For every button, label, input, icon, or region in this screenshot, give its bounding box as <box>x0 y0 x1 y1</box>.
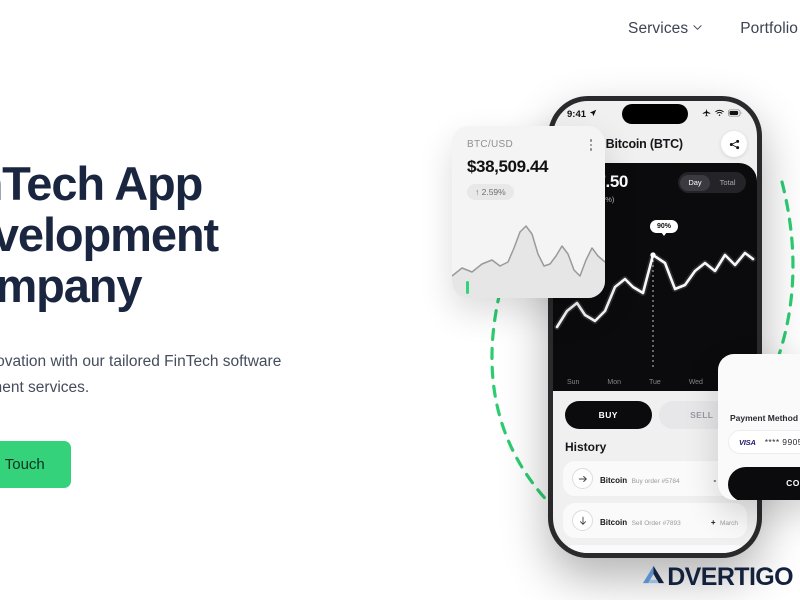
range-toggle[interactable]: Day Total <box>677 172 746 193</box>
airplane-mode-icon <box>702 108 711 120</box>
history-order: Sell Order #7893 <box>631 519 681 527</box>
history-amount: + <box>710 517 716 527</box>
chevron-down-icon <box>693 23 702 32</box>
btc-card-header: BTC/USD <box>452 126 605 151</box>
phone-statusbar: 9:41 <box>553 101 757 127</box>
history-info: Bitcoin Buy order #5501 <box>600 552 650 553</box>
btc-price: $38,509.44 <box>467 156 549 176</box>
x-label-tue: Tue <box>648 379 661 386</box>
advertigo-a-mark-icon <box>641 562 666 592</box>
page-title-line-1: FinTech App <box>0 157 203 210</box>
get-in-touch-button[interactable]: Get In Touch <box>0 441 71 488</box>
nav-item-services-label: Services <box>628 20 689 37</box>
btc-pair-label: BTC/USD <box>467 139 513 150</box>
payment-method-label: Payment Method <box>730 413 799 423</box>
buy-button[interactable]: BUY <box>565 401 652 429</box>
range-toggle-day[interactable]: Day <box>680 174 710 191</box>
kebab-menu-icon[interactable] <box>589 139 592 151</box>
table-row[interactable]: Bitcoin Sell Order #7893 + March <box>562 502 748 539</box>
history-name: Bitcoin <box>600 475 628 485</box>
page-title-line-2: Development <box>0 208 219 261</box>
card-number: **** 9905 <box>764 437 800 447</box>
top-navigation: Services Portfolio <box>0 0 800 58</box>
payment-method-row[interactable]: VISA **** 9905 <box>728 430 800 454</box>
arrow-down-icon <box>572 510 593 531</box>
history-info: Bitcoin Buy order #5784 <box>600 470 707 488</box>
statusbar-time: 9:41 <box>567 108 587 120</box>
nav-items: Services Portfolio <box>628 20 800 38</box>
phone-app-title: Bitcoin (BTC) <box>605 137 683 151</box>
history-order: Buy order #5784 <box>631 477 680 485</box>
page-title-line-3: Company <box>0 259 143 312</box>
arrow-right-icon <box>572 468 593 489</box>
battery-icon <box>728 109 742 120</box>
history-info: Bitcoin Sell Order #7893 <box>600 512 704 530</box>
location-arrow-icon <box>589 109 597 120</box>
btc-sparkline <box>452 225 605 298</box>
x-label-wed: Wed <box>688 379 703 386</box>
table-row[interactable]: Bitcoin Buy order #5501 -$842.47 March 2… <box>562 544 748 553</box>
statusbar-right <box>702 108 742 120</box>
nav-item-portfolio[interactable]: Portfolio <box>740 20 798 38</box>
history-date: March <box>719 519 738 527</box>
confirm-button[interactable]: CONFIRM <box>728 467 800 500</box>
statusbar-left: 9:41 <box>567 109 597 120</box>
btc-usd-card: BTC/USD $38,509.44 ↑ 2.59% <box>452 126 605 298</box>
x-label-sun: Sun <box>566 379 580 386</box>
chart-tooltip: 90% <box>650 220 679 236</box>
advertigo-wordmark: DVERTIGO <box>667 562 793 591</box>
payment-card: Amount 4872 Payment Method VISA **** 990… <box>718 354 800 500</box>
history-amount: - <box>713 475 717 485</box>
history-right: + March <box>711 512 738 530</box>
amount-label: Amount <box>718 354 800 374</box>
history-name: Bitcoin <box>600 517 628 527</box>
nav-item-portfolio-label: Portfolio <box>740 20 798 37</box>
hero-section: FinTech App Development Company Drive in… <box>0 158 355 488</box>
dynamic-island <box>622 104 688 124</box>
range-toggle-total[interactable]: Total <box>712 175 744 191</box>
amount-value: 4872 <box>718 374 800 399</box>
wifi-icon <box>715 109 724 120</box>
advertigo-logo: DVERTIGO <box>641 562 794 592</box>
btc-green-indicator <box>466 281 469 294</box>
btc-change-badge: ↑ 2.59% <box>467 183 514 200</box>
nav-item-services[interactable]: Services <box>628 20 702 38</box>
share-icon[interactable] <box>721 131 747 157</box>
visa-logo-icon: VISA <box>739 437 756 447</box>
hero-subtext: Drive innovation with our tailored FinTe… <box>0 353 282 396</box>
x-label-mon: Mon <box>607 379 621 386</box>
